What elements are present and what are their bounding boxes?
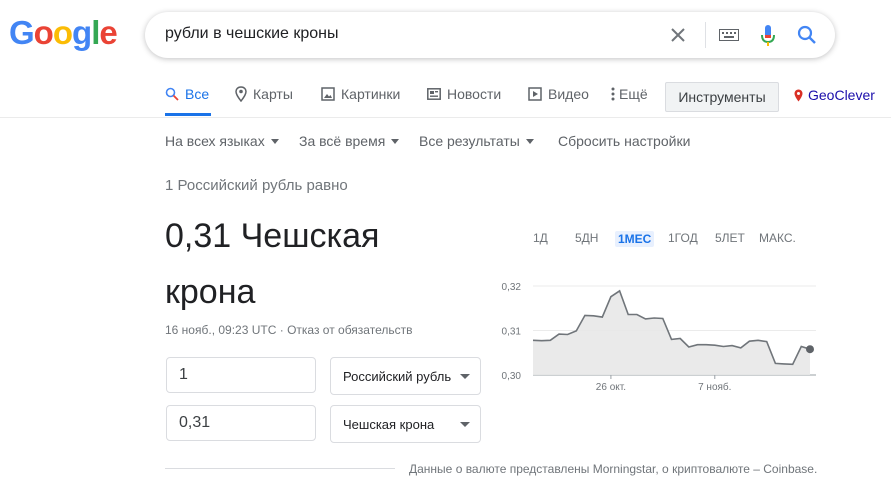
- tab-images[interactable]: Картинки: [321, 86, 400, 102]
- tab-label: Все: [185, 86, 210, 102]
- logo-letter: o: [33, 14, 54, 51]
- search-icon: [165, 87, 179, 101]
- currency-to-select[interactable]: Чешская крона: [330, 405, 481, 443]
- chevron-down-icon: [460, 374, 470, 379]
- disclaimer-link[interactable]: Отказ от обязательств: [287, 323, 412, 337]
- range-option[interactable]: 5ЛЕТ: [715, 231, 745, 245]
- chevron-down-icon: [525, 138, 534, 144]
- voice-search-icon[interactable]: [758, 23, 778, 49]
- current-point: [806, 345, 814, 354]
- chevron-down-icon: [460, 422, 470, 427]
- logo-letter: o: [52, 14, 73, 51]
- y-tick-label: 0,32: [502, 282, 522, 293]
- search-icon[interactable]: [795, 24, 819, 46]
- currency-to-label: Чешская крона: [343, 416, 435, 432]
- range-option[interactable]: 1МЕС: [615, 231, 655, 247]
- tab-label: Новости: [447, 86, 502, 102]
- tab-label: Картинки: [341, 86, 401, 102]
- map-pin-icon: [235, 86, 247, 102]
- tools-button[interactable]: Инструменты: [665, 82, 779, 112]
- search-bar[interactable]: рубли в чешские кроны: [145, 12, 835, 58]
- amount-to-input[interactable]: 0,31: [166, 405, 316, 441]
- chevron-down-icon: [391, 138, 400, 144]
- range-option[interactable]: МАКС.: [759, 231, 796, 245]
- location-pin-icon: [794, 89, 803, 101]
- news-icon: [427, 88, 441, 100]
- google-logo[interactable]: Google: [9, 14, 118, 52]
- timestamp: 16 нояб., 09:23 UTC: [165, 323, 277, 337]
- range-option[interactable]: 1Д: [533, 231, 548, 245]
- result-line-2: крона: [165, 273, 256, 311]
- filter-results[interactable]: Все результаты: [419, 133, 534, 149]
- geoclever-label: GeoClever: [808, 87, 875, 103]
- filter-language[interactable]: На всех языках: [165, 133, 279, 149]
- filter-time[interactable]: За всё время: [299, 133, 400, 149]
- y-tick-label: 0,31: [502, 327, 522, 338]
- logo-letter: e: [99, 14, 117, 51]
- tab-maps[interactable]: Карты: [235, 86, 293, 102]
- play-icon: [528, 87, 542, 101]
- filter-label: За всё время: [299, 133, 386, 149]
- logo-letter: l: [91, 14, 100, 51]
- conversion-result: 0,31 Чешская крона: [165, 208, 425, 320]
- currency-from-label: Российский рубль: [343, 368, 452, 384]
- filter-label: Сбросить настройки: [558, 133, 691, 149]
- filter-reset[interactable]: Сбросить настройки: [558, 133, 690, 149]
- active-tab-indicator: [165, 113, 211, 116]
- footer-divider: [165, 468, 395, 469]
- tab-all[interactable]: Все: [165, 86, 209, 102]
- filter-label: Все результаты: [419, 133, 520, 149]
- search-input[interactable]: рубли в чешские кроны: [165, 25, 339, 43]
- filter-label: На всех языках: [165, 133, 265, 149]
- keyboard-icon[interactable]: [717, 25, 741, 45]
- x-tick-label: 26 окт.: [596, 382, 626, 393]
- tab-more[interactable]: Ещё: [611, 86, 648, 102]
- logo-letter: g: [72, 14, 92, 51]
- range-option[interactable]: 1ГОД: [668, 231, 698, 245]
- header-divider: [0, 117, 891, 118]
- y-tick-label: 0,30: [502, 371, 522, 382]
- rate-area: [533, 290, 810, 375]
- conversion-caption: 1 Российский рубль равно: [165, 177, 348, 194]
- tab-news[interactable]: Новости: [427, 86, 501, 102]
- exchange-rate-chart: 0,32 0,31 0,30 26 окт. 7 нояб.: [502, 282, 816, 393]
- amount-from-input[interactable]: 1: [166, 357, 316, 393]
- logo-letter: G: [9, 14, 35, 51]
- result-line-1: 0,31 Чешская: [165, 217, 380, 255]
- tab-label: Видео: [548, 86, 589, 102]
- data-source-note: Данные о валюте представлены Morningstar…: [409, 462, 818, 476]
- tab-label: Ещё: [619, 86, 648, 102]
- x-tick-label: 7 нояб.: [698, 381, 731, 393]
- clear-icon[interactable]: [667, 24, 689, 46]
- timestamp-line: 16 нояб., 09:23 UTC · Отказ от обязатель…: [165, 323, 412, 337]
- range-option[interactable]: 5ДН: [575, 231, 598, 245]
- currency-from-select[interactable]: Российский рубль: [330, 357, 481, 395]
- tab-label: Карты: [253, 86, 293, 102]
- more-vert-icon: [611, 87, 615, 101]
- image-icon: [321, 87, 335, 101]
- search-divider: [705, 22, 706, 48]
- chevron-down-icon: [270, 138, 279, 144]
- geoclever-extension[interactable]: GeoClever: [794, 87, 875, 103]
- separator: ·: [276, 323, 288, 337]
- tab-video[interactable]: Видео: [528, 86, 589, 102]
